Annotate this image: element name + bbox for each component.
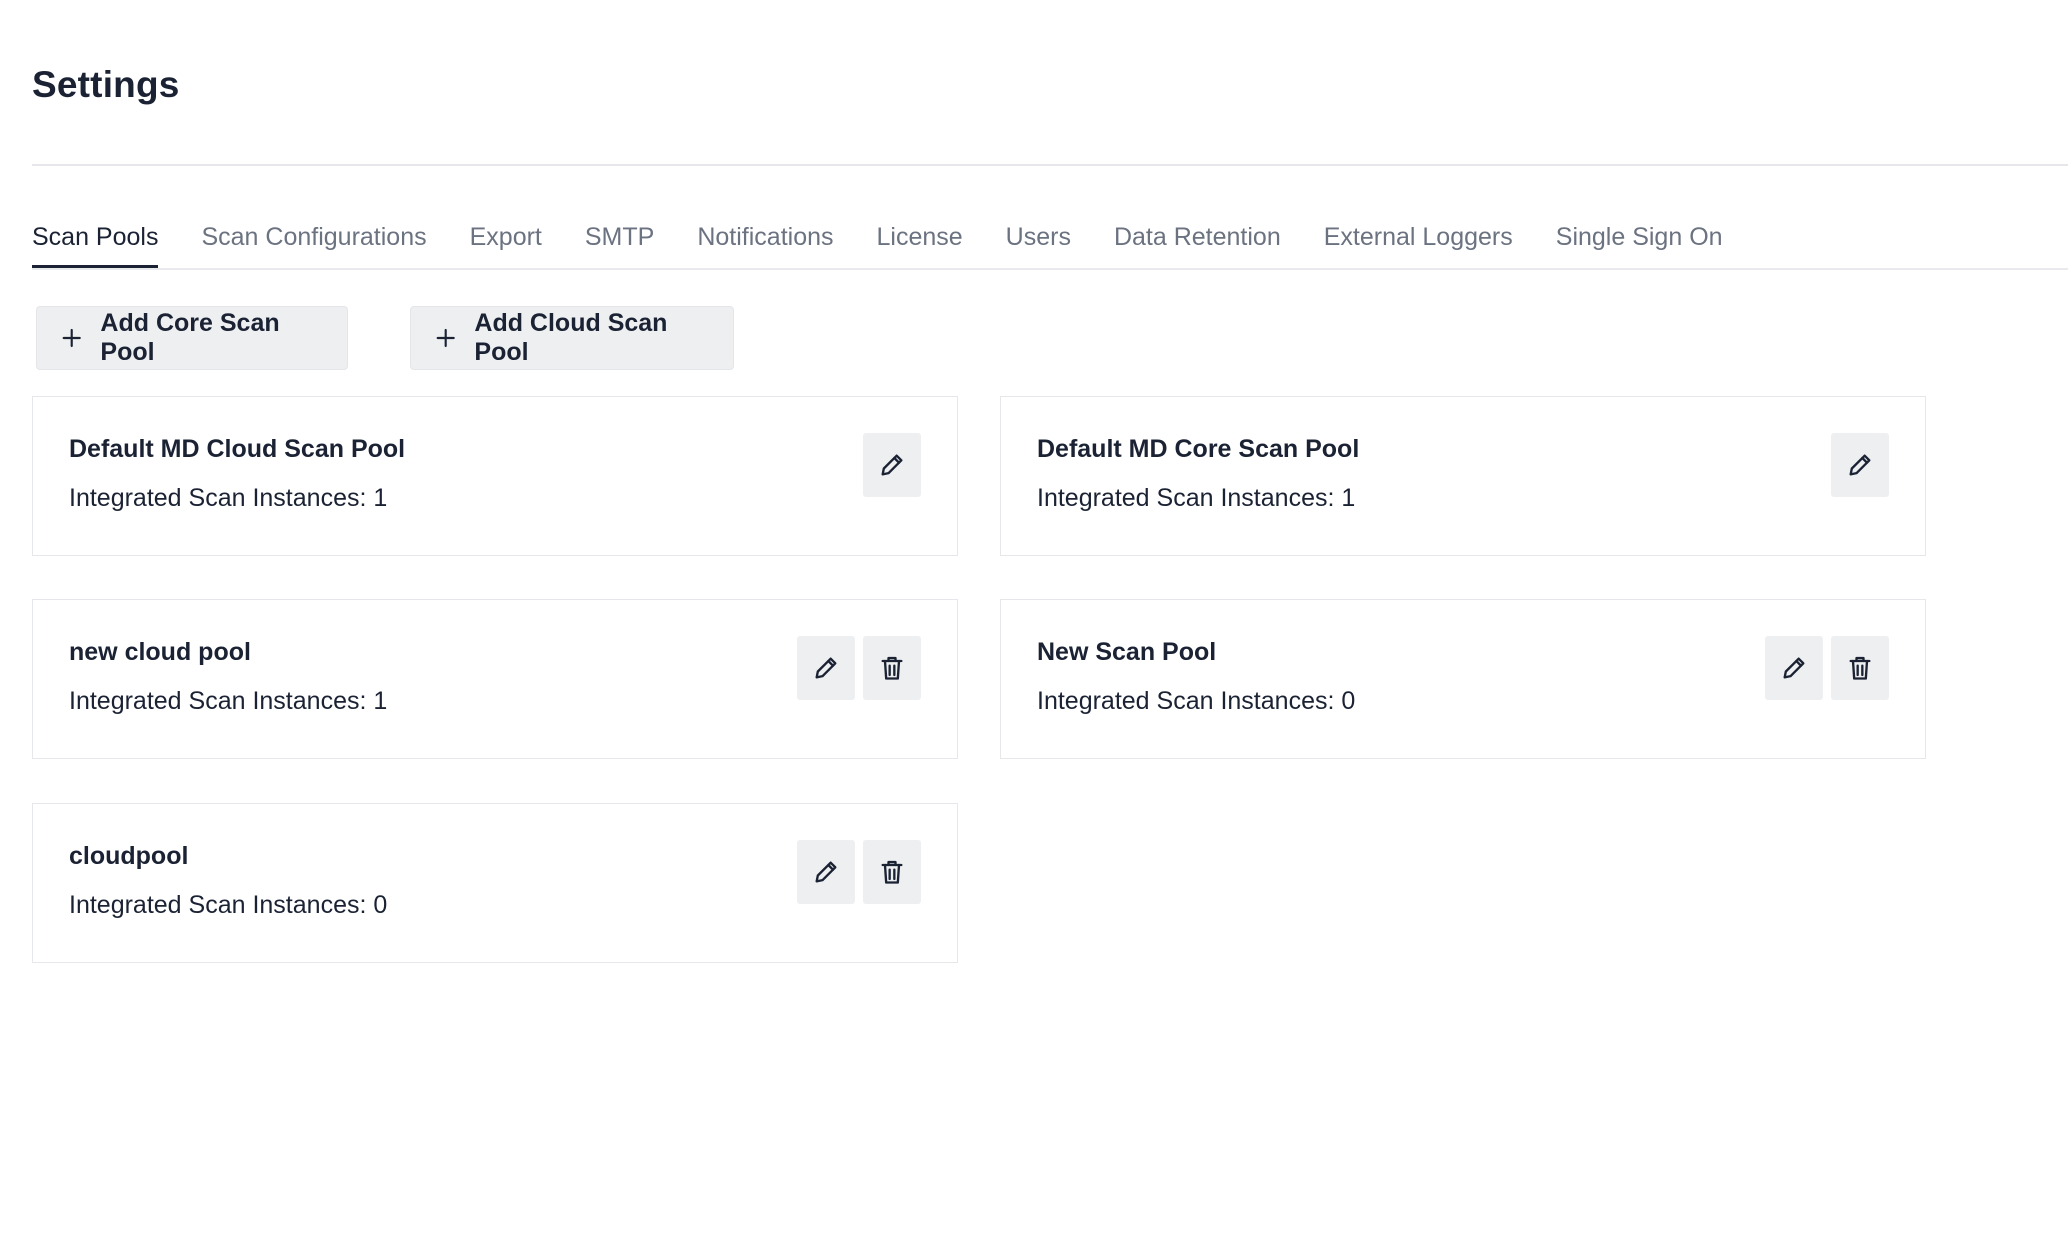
scan-pool-instances: Integrated Scan Instances: 1 <box>1037 484 1356 512</box>
add-core-scan-pool-button[interactable]: Add Core Scan Pool <box>36 306 348 370</box>
trash-icon <box>881 860 903 884</box>
delete-button[interactable] <box>1831 636 1889 700</box>
scan-pool-instances: Integrated Scan Instances: 1 <box>69 687 388 715</box>
scan-pool-actions <box>1765 636 1889 700</box>
pencil-icon <box>881 454 903 476</box>
scan-pool-card: new cloud pool Integrated Scan Instances… <box>32 599 958 759</box>
tab-data-retention[interactable]: Data Retention <box>1114 212 1281 268</box>
page-title: Settings <box>32 64 180 105</box>
edit-button[interactable] <box>797 636 855 700</box>
scan-pool-name: cloudpool <box>69 842 189 870</box>
scan-pool-card: Default MD Cloud Scan Pool Integrated Sc… <box>32 396 958 556</box>
tab-smtp[interactable]: SMTP <box>585 212 654 268</box>
scan-pool-actions <box>797 840 921 904</box>
scan-pool-actions <box>797 636 921 700</box>
edit-button[interactable] <box>797 840 855 904</box>
add-core-scan-pool-label: Add Core Scan Pool <box>100 309 280 366</box>
tab-scan-configurations[interactable]: Scan Configurations <box>201 212 426 268</box>
scan-pool-name: New Scan Pool <box>1037 638 1217 666</box>
settings-page: Settings Scan Pools Scan Configurations … <box>0 0 2068 1238</box>
scan-pool-card: cloudpool Integrated Scan Instances: 0 <box>32 803 958 963</box>
edit-button[interactable] <box>863 433 921 497</box>
pencil-icon <box>815 861 837 883</box>
title-divider <box>32 164 2068 166</box>
pencil-icon <box>815 657 837 679</box>
scan-pool-instances: Integrated Scan Instances: 0 <box>1037 687 1356 715</box>
scan-pool-instances: Integrated Scan Instances: 1 <box>69 484 388 512</box>
tab-single-sign-on[interactable]: Single Sign On <box>1556 212 1723 268</box>
delete-button[interactable] <box>863 840 921 904</box>
tab-users[interactable]: Users <box>1006 212 1071 268</box>
delete-button[interactable] <box>863 636 921 700</box>
plus-icon <box>436 328 455 348</box>
scan-pool-card: New Scan Pool Integrated Scan Instances:… <box>1000 599 1926 759</box>
plus-icon <box>62 328 81 348</box>
tab-notifications[interactable]: Notifications <box>697 212 833 268</box>
add-cloud-scan-pool-button[interactable]: Add Cloud Scan Pool <box>410 306 734 370</box>
pencil-icon <box>1783 657 1805 679</box>
scan-pool-name: new cloud pool <box>69 638 251 666</box>
add-cloud-scan-pool-label: Add Cloud Scan Pool <box>474 309 668 366</box>
scan-pool-actions <box>863 433 921 497</box>
scan-pool-actions <box>1831 433 1889 497</box>
scan-pool-instances: Integrated Scan Instances: 0 <box>69 891 388 919</box>
scan-pool-name: Default MD Core Scan Pool <box>1037 435 1360 463</box>
tab-external-loggers[interactable]: External Loggers <box>1324 212 1513 268</box>
settings-tabs: Scan Pools Scan Configurations Export SM… <box>32 212 2068 270</box>
tab-export[interactable]: Export <box>470 212 542 268</box>
scan-pool-card: Default MD Core Scan Pool Integrated Sca… <box>1000 396 1926 556</box>
trash-icon <box>881 656 903 680</box>
edit-button[interactable] <box>1765 636 1823 700</box>
trash-icon <box>1849 656 1871 680</box>
tab-scan-pools[interactable]: Scan Pools <box>32 212 159 268</box>
tab-license[interactable]: License <box>877 212 963 268</box>
edit-button[interactable] <box>1831 433 1889 497</box>
scan-pool-name: Default MD Cloud Scan Pool <box>69 435 406 463</box>
pencil-icon <box>1849 454 1871 476</box>
